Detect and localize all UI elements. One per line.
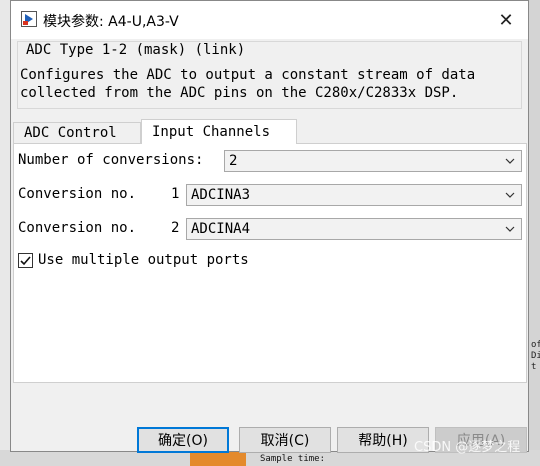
background-sample-time-text: Sample time:	[260, 454, 326, 464]
ok-button[interactable]: 确定(O)	[137, 427, 229, 453]
mask-description: Configures the ADC to output a constant …	[20, 66, 519, 102]
close-icon: ✕	[498, 9, 514, 31]
window-title: 模块参数: A4-U,A3-V	[43, 14, 179, 30]
chevron-down-icon	[505, 158, 515, 164]
cancel-button[interactable]: 取消(C)	[239, 427, 331, 453]
tab-adc-control[interactable]: ADC Control	[13, 122, 141, 143]
description-line-1: Configures the ADC to output a constant …	[20, 67, 476, 83]
block-parameters-dialog: 模块参数: A4-U,A3-V ✕ ADC Type 1-2 (mask) (l…	[10, 0, 529, 453]
num-conversions-value: 2	[229, 153, 238, 169]
multiple-output-ports-option[interactable]: Use multiple output ports	[18, 252, 249, 268]
num-conversions-label: Number of conversions:	[18, 152, 204, 168]
conversion-1-select[interactable]: ADCINA3	[186, 184, 522, 206]
input-channels-panel: Number of conversions: 2 Conversion no. …	[13, 143, 527, 383]
csdn-watermark: CSDN @逐梦之程	[414, 440, 521, 455]
tab-input-channels[interactable]: Input Channels	[141, 119, 297, 144]
conversion-2-index: 2	[171, 220, 180, 236]
conversion-1-index: 1	[171, 186, 180, 202]
mask-title: ADC Type 1-2 (mask) (link)	[26, 42, 246, 58]
close-button[interactable]: ✕	[484, 1, 528, 39]
checkmark-icon	[20, 255, 31, 265]
conversion-2-select[interactable]: ADCINA4	[186, 218, 522, 240]
conversion-2-value: ADCINA4	[191, 221, 251, 237]
multiple-output-ports-label: Use multiple output ports	[38, 252, 249, 268]
conversion-2-label: Conversion no.	[18, 220, 137, 236]
chevron-down-icon	[505, 226, 515, 232]
num-conversions-select[interactable]: 2	[224, 150, 522, 172]
multiple-output-ports-checkbox[interactable]	[18, 252, 33, 268]
description-line-2: collected from the ADC pins on the C280x…	[20, 85, 459, 101]
chevron-down-icon	[505, 192, 515, 198]
mask-description-group: ADC Type 1-2 (mask) (link) Configures th…	[17, 41, 522, 109]
background-orange-block	[190, 452, 246, 466]
background-right-strip	[529, 0, 540, 466]
title-bar[interactable]: 模块参数: A4-U,A3-V ✕	[11, 1, 528, 39]
simulink-block-icon	[21, 11, 37, 27]
background-right-text: of Di t	[531, 340, 540, 372]
conversion-1-value: ADCINA3	[191, 187, 251, 203]
conversion-1-label: Conversion no.	[18, 186, 137, 202]
